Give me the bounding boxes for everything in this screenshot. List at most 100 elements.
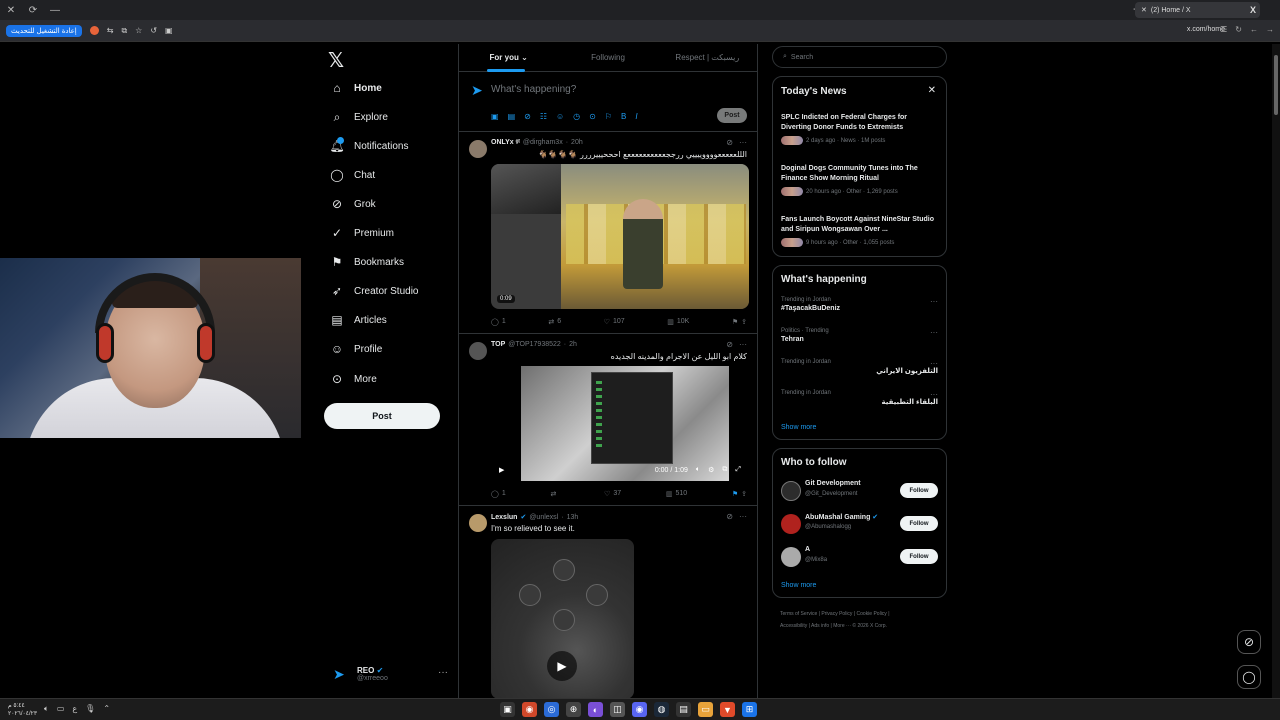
news-item[interactable]: Doginal Dogs Community Tunes into The Fi… [781,164,938,196]
sync-icon[interactable]: ⇆ [107,26,114,35]
avatar[interactable] [781,514,801,534]
like-button[interactable]: ♡ 37 [604,490,621,498]
sidebar-item-home[interactable]: ⌂ Home [330,78,381,98]
avatar[interactable] [469,514,487,532]
forward-icon[interactable]: → [1266,25,1274,34]
wallet-icon[interactable]: ▣ [165,26,173,35]
close-window-icon[interactable]: ✕ [0,0,22,20]
tweet-author[interactable]: ONLYx ᵍᵗ [491,139,520,146]
tweet-author[interactable]: Lexslun [491,514,517,521]
tweet[interactable]: Lexslun ✔ @unlexsl · 13h ⊘ ··· I'm so relieve… [459,506,757,706]
image-icon[interactable]: ▣ [491,112,499,121]
views-button[interactable]: ▥ 10K [667,318,689,326]
tweet-video[interactable]: 0:09 [491,164,749,309]
gif-icon[interactable]: ▤ [508,112,516,121]
footer-link[interactable]: Privacy Policy [821,611,852,617]
footer-link[interactable]: Accessibility [780,623,807,629]
browser-icon[interactable]: ◉ [522,702,537,717]
brave-icon[interactable]: ▼ [720,702,735,717]
network-icon[interactable]: ▭ [57,704,65,714]
sidebar-item-profile[interactable]: ☺ Profile [330,339,383,359]
trend-item[interactable]: Trending in Jordan التلفزيون الايراني ··… [781,359,938,375]
clock[interactable]: ٥:٤٤ م ٢٠٢٦/٠٤/٢٣ [8,702,37,718]
italic-icon[interactable]: I [635,112,637,121]
trend-item[interactable]: Trending in Jordan #TaşacakBuDeniz ··· [781,297,938,312]
compose-input[interactable]: What's happening? [491,84,576,95]
chevron-up-icon[interactable]: ⌃ [103,704,110,714]
chrome-icon[interactable]: ◎ [544,702,559,717]
bold-icon[interactable]: B [621,112,626,121]
footer-link[interactable]: More ··· [833,623,851,629]
close-icon[interactable]: ✕ [928,85,936,96]
reply-button[interactable]: ◯ 1 [491,490,506,498]
more-icon[interactable]: ··· [930,390,938,399]
close-tab-icon[interactable]: ✕ [1141,6,1147,14]
bookmark-icon[interactable]: ⚑ [732,490,738,498]
news-item[interactable]: Fans Launch Boycott Against NineStar Stu… [781,215,938,247]
follow-suggestion[interactable]: AbuMashal Gaming ✔ @Abumashalogg Follow [781,511,938,537]
restart-to-update-button[interactable]: إعادة التشغيل للتحديث [6,24,82,37]
tweet-time[interactable]: 13h [567,514,579,521]
tweet-author[interactable]: TOP [491,341,505,348]
more-icon[interactable]: ··· [739,138,747,147]
flag-icon[interactable]: ⚐ [605,112,612,121]
grok-icon[interactable]: ⊘ [726,138,733,147]
tweet-video[interactable]: ▶ 0:00 / 1:09 🔈︎ ⚙ ⧉ ⤢ [491,366,749,481]
emoji-icon[interactable]: ☺ [556,112,564,121]
tweet-handle[interactable]: @dirgham3x [523,139,563,146]
sidebar-item-bookmarks[interactable]: ⚑ Bookmarks [330,252,404,272]
grok-icon[interactable]: ⊘ [1237,630,1261,654]
show-more-link[interactable]: Show more [781,582,816,589]
extensions-icon[interactable]: ⧉ [121,26,127,36]
x-logo[interactable]: 𝕏 [328,48,344,73]
avatar[interactable] [469,342,487,360]
language-indicator[interactable]: ع [72,704,77,714]
account-switcher[interactable]: ➤ REO ✔ @xrreeoo ··· [333,661,448,687]
sidebar-item-explore[interactable]: ⌕ Explore [330,107,388,127]
repost-button[interactable]: ⇄ 6 [548,318,561,326]
sidebar-item-chat[interactable]: ◯ Chat [330,165,375,185]
sidebar-item-articles[interactable]: ▤ Articles [330,310,386,330]
follow-button[interactable]: Follow [900,516,938,531]
like-button[interactable]: ♡ 107 [604,318,625,326]
scrollbar[interactable] [1272,44,1280,698]
footer-link[interactable]: Terms of Service [780,611,817,617]
trend-item[interactable]: Politics · Trending Tehran ··· [781,328,938,343]
post-button[interactable]: Post [324,403,440,429]
app-icon[interactable]: ▣ [500,702,515,717]
grok-icon[interactable]: ⊘ [726,340,733,349]
avatar[interactable] [781,547,801,567]
avatar[interactable] [469,140,487,158]
volume-icon[interactable]: 🔈︎ [44,704,49,714]
sidebar-item-more[interactable]: ⊙ More [330,369,377,389]
tweet-time[interactable]: 2h [569,341,577,348]
tweet-time[interactable]: 20h [571,139,583,146]
bookmark-icon[interactable]: ⚑ [732,318,738,326]
follow-button[interactable]: Follow [900,549,938,564]
app-icon[interactable]: ▤ [676,702,691,717]
reply-button[interactable]: ◯ 1 [491,318,506,326]
play-icon[interactable]: ▶ [547,651,577,681]
pip-icon[interactable]: ⧉ [722,466,727,474]
views-button[interactable]: ▥ 510 [666,490,687,498]
tab-for-you[interactable]: For you ⌄ [459,44,558,72]
bookmark-star-icon[interactable]: ☆ [135,26,142,35]
tweet-handle[interactable]: @TOP17938522 [508,341,561,348]
settings-icon[interactable]: ⚙ [708,466,714,474]
follow-suggestion[interactable]: A @Mix8a Follow [781,544,938,570]
tab-respect[interactable]: Respect | ريسبكت [658,44,757,72]
news-item[interactable]: SPLC Indicted on Federal Charges for Div… [781,113,938,145]
schedule-icon[interactable]: ◷ [573,112,580,121]
folder-icon[interactable]: ▭ [698,702,713,717]
share-icon[interactable]: ⇪ [741,318,747,326]
follow-name[interactable]: AbuMashal Gaming [805,514,870,521]
footer-link[interactable]: Ads info [811,623,829,629]
follow-name[interactable]: Git Development [805,480,861,487]
windows-icon[interactable]: ⊞ [742,702,757,717]
back-icon[interactable]: ← [1250,25,1258,34]
footer-link[interactable]: Cookie Policy [857,611,887,617]
messages-icon[interactable]: ◯ [1237,665,1261,689]
more-icon[interactable]: ··· [930,328,938,337]
more-icon[interactable]: ··· [438,667,448,678]
more-icon[interactable]: ··· [739,340,747,349]
